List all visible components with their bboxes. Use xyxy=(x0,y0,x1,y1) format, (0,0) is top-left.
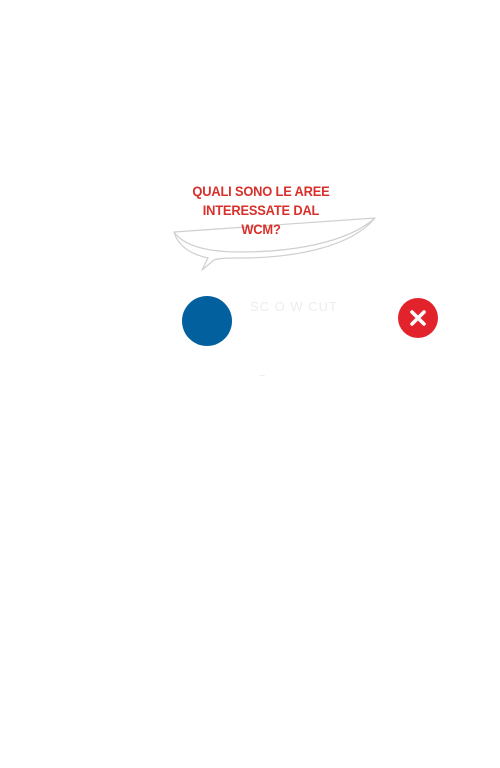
answer-radio-dot[interactable] xyxy=(182,296,232,346)
answer-label: SC O W CUT xyxy=(250,299,338,314)
close-x-icon xyxy=(410,310,426,326)
quiz-screen: QUALI SONO LE AREE INTERESSATE DAL WCM? … xyxy=(0,0,500,768)
hint-text: – xyxy=(259,370,265,381)
question-text: QUALI SONO LE AREE INTERESSATE DAL WCM? xyxy=(192,183,330,237)
close-button[interactable] xyxy=(398,298,438,338)
answer-option[interactable]: SC O W CUT xyxy=(182,296,442,348)
